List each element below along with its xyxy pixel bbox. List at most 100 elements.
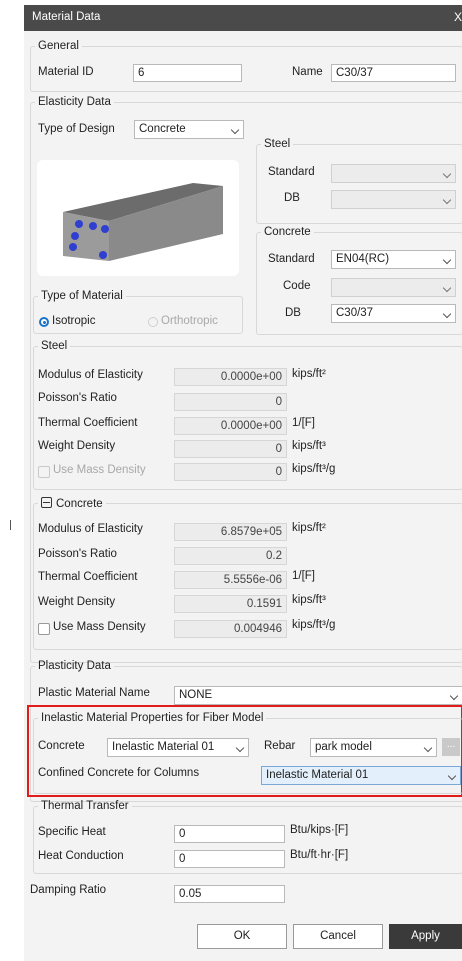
steel-modulus-unit: kips/ft²	[292, 368, 326, 380]
material-id-input[interactable]: 6	[133, 64, 242, 82]
concrete-standard-value: EN04(RC)	[336, 253, 390, 265]
specific-heat-input[interactable]: 0	[174, 825, 285, 843]
inelastic-concrete-label: Concrete	[38, 740, 85, 752]
name-input[interactable]: C30/37	[331, 64, 456, 82]
steel-poisson-field[interactable]: 0	[174, 393, 287, 411]
chevron-down-icon	[442, 195, 452, 205]
elasticity-legend: Elasticity Data	[38, 96, 111, 108]
plasticity-legend: Plasticity Data	[38, 660, 111, 672]
steel-legend: Steel	[264, 138, 291, 150]
concrete-props-legend: Concrete	[56, 498, 103, 510]
type-of-material-group: Type of Material	[33, 290, 243, 334]
steel-thermal-unit: 1/[F]	[292, 417, 316, 429]
concrete-thermal-label: Thermal Coefficient	[38, 571, 138, 583]
collapse-icon[interactable]	[41, 497, 52, 508]
concrete-use-mass-checkbox[interactable]	[38, 623, 50, 635]
steel-thermal-label: Thermal Coefficient	[38, 417, 138, 429]
concrete-standard-select[interactable]: EN04(RC)	[331, 250, 456, 269]
chevron-down-icon	[235, 743, 245, 753]
type-of-design-label: Type of Design	[38, 123, 115, 135]
chevron-down-icon	[447, 771, 457, 781]
concrete-weight-unit: kips/ft³	[292, 594, 326, 606]
chevron-down-icon	[442, 309, 452, 319]
concrete-props-legend-wrap: Concrete	[38, 496, 106, 510]
steel-standard-select[interactable]	[331, 164, 456, 183]
ok-button[interactable]: OK	[197, 924, 287, 949]
steel-standard-label: Standard	[268, 166, 315, 178]
concrete-code-select[interactable]	[331, 278, 456, 297]
steel-use-mass-field[interactable]: 0	[174, 463, 287, 481]
section-preview-image	[37, 160, 239, 276]
type-of-design-value: Concrete	[139, 123, 186, 135]
concrete-modulus-field[interactable]: 6.8579e+05	[174, 523, 287, 541]
steel-thermal-field[interactable]: 0.0000e+00	[174, 417, 287, 435]
thermal-transfer-legend: Thermal Transfer	[41, 800, 129, 812]
divider	[10, 520, 11, 530]
concrete-use-mass-field[interactable]: 0.004946	[174, 620, 287, 638]
general-legend: General	[38, 40, 79, 52]
concrete-poisson-field[interactable]: 0.2	[174, 547, 287, 565]
chevron-down-icon	[449, 691, 459, 701]
concrete-thermal-unit: 1/[F]	[292, 570, 316, 582]
concrete-db-label: DB	[285, 307, 301, 319]
concrete-legend: Concrete	[264, 226, 311, 238]
concrete-poisson-label: Poisson's Ratio	[38, 548, 117, 560]
rebar-label: Rebar	[264, 740, 296, 752]
steel-weight-label: Weight Density	[38, 440, 116, 452]
apply-button[interactable]: Apply	[389, 924, 462, 949]
concrete-modulus-label: Modulus of Elasticity	[38, 523, 143, 535]
heat-conduction-input[interactable]: 0	[174, 850, 285, 868]
confined-concrete-label: Confined Concrete for Columns	[38, 767, 200, 779]
type-of-design-select[interactable]: Concrete	[134, 120, 244, 139]
rebar-section-icon	[63, 183, 223, 261]
heat-conduction-unit: Btu/ft·hr·[F]	[290, 849, 349, 861]
steel-use-mass-checkbox[interactable]	[38, 466, 50, 478]
concrete-modulus-unit: kips/ft²	[292, 522, 326, 534]
material-id-label: Material ID	[38, 66, 94, 78]
chevron-down-icon	[230, 125, 240, 135]
steel-modulus-field[interactable]: 0.0000e+00	[174, 368, 287, 386]
concrete-db-select[interactable]: C30/37	[331, 304, 456, 323]
heat-conduction-label: Heat Conduction	[38, 850, 124, 862]
steel-poisson-label: Poisson's Ratio	[38, 392, 117, 404]
concrete-weight-field[interactable]: 0.1591	[174, 595, 287, 613]
concrete-db-value: C30/37	[336, 307, 374, 319]
confined-concrete-select[interactable]: Inelastic Material 01	[261, 766, 461, 785]
steel-weight-unit: kips/ft³	[292, 440, 326, 452]
plastic-material-name-label: Plastic Material Name	[38, 687, 150, 699]
orthotropic-radio[interactable]	[148, 317, 158, 327]
chevron-down-icon	[442, 169, 452, 179]
close-button[interactable]: X	[454, 10, 462, 24]
orthotropic-label[interactable]: Orthotropic	[161, 315, 218, 327]
concrete-use-mass-unit: kips/ft³/g	[292, 619, 336, 631]
cancel-button[interactable]: Cancel	[293, 924, 383, 949]
concrete-code-label: Code	[283, 280, 311, 292]
steel-props-legend: Steel	[41, 340, 68, 352]
concrete-use-mass-label[interactable]: Use Mass Density	[53, 621, 146, 633]
steel-db-select[interactable]	[331, 190, 456, 209]
window-title: Material Data	[32, 11, 101, 23]
steel-use-mass-unit: kips/ft³/g	[292, 463, 336, 475]
title-bar: Material Data X	[24, 5, 462, 31]
specific-heat-unit: Btu/kips·[F]	[290, 824, 349, 836]
isotropic-radio[interactable]	[39, 317, 49, 327]
concrete-thermal-field[interactable]: 5.5556e-06	[174, 571, 287, 589]
chevron-down-icon	[442, 283, 452, 293]
steel-weight-field[interactable]: 0	[174, 440, 287, 458]
isotropic-label[interactable]: Isotropic	[52, 315, 95, 327]
inelastic-concrete-select[interactable]: Inelastic Material 01	[107, 738, 249, 757]
plastic-material-name-select[interactable]: NONE	[174, 686, 462, 705]
steel-modulus-label: Modulus of Elasticity	[38, 369, 143, 381]
steel-use-mass-label[interactable]: Use Mass Density	[53, 464, 146, 476]
chevron-down-icon	[423, 743, 433, 753]
concrete-standard-label: Standard	[268, 253, 315, 265]
concrete-weight-label: Weight Density	[38, 596, 116, 608]
rebar-more-button[interactable]: ...	[442, 738, 460, 756]
rebar-select[interactable]: park model	[310, 738, 437, 757]
damping-ratio-label: Damping Ratio	[30, 884, 107, 896]
type-of-material-legend: Type of Material	[41, 290, 123, 302]
damping-ratio-input[interactable]: 0.05	[174, 885, 285, 903]
steel-db-label: DB	[284, 192, 300, 204]
inelastic-concrete-value: Inelastic Material 01	[112, 741, 215, 753]
confined-concrete-value: Inelastic Material 01	[266, 769, 369, 781]
